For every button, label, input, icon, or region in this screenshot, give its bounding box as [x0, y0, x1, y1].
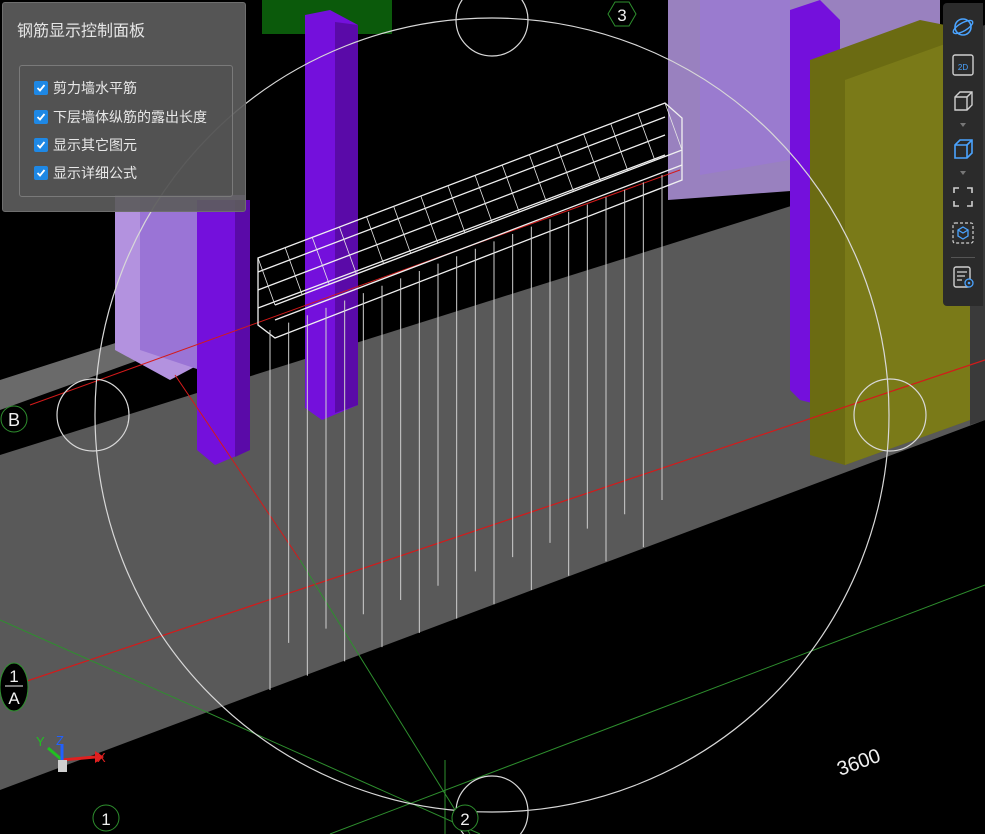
- select-box-icon: [952, 222, 974, 244]
- select-box-button[interactable]: [949, 219, 977, 247]
- grid-bubble-1: 1: [92, 804, 120, 832]
- orbit-button[interactable]: [949, 13, 977, 41]
- view-2d-button[interactable]: 2D: [949, 51, 977, 79]
- view-2d-icon: 2D: [952, 54, 974, 76]
- caret-icon: [960, 123, 966, 127]
- view-toolbar: 2D: [943, 3, 983, 306]
- grid-label-3: 3: [617, 6, 626, 25]
- grid-label-B: B: [8, 410, 20, 430]
- option-lower-wall-exposed-length[interactable]: 下层墙体纵筋的露出长度: [34, 107, 207, 127]
- checkbox-checked-icon[interactable]: [34, 81, 48, 95]
- option-label: 剪力墙水平筋: [53, 81, 137, 97]
- lavender-wall-right-shade: [700, 0, 790, 175]
- checkbox-checked-icon[interactable]: [34, 110, 48, 124]
- toolbar-divider: [951, 257, 975, 258]
- option-shear-wall-horizontal-rebar[interactable]: 剪力墙水平筋: [34, 78, 137, 98]
- fit-view-button[interactable]: [949, 183, 977, 211]
- axis-z-label: Z: [56, 733, 64, 748]
- option-show-detailed-formula[interactable]: 显示详细公式: [34, 163, 137, 183]
- purple-column-mid-side: [335, 22, 358, 413]
- grid-label-1A-top: 1: [9, 667, 18, 686]
- fit-view-icon: [953, 187, 973, 207]
- svg-text:2D: 2D: [958, 63, 968, 72]
- grid-label-1A-bottom: A: [8, 689, 20, 708]
- grid-label-1: 1: [101, 810, 110, 829]
- orbit-icon: [952, 18, 974, 36]
- checkbox-checked-icon[interactable]: [34, 138, 48, 152]
- checkbox-checked-icon[interactable]: [34, 166, 48, 180]
- option-label: 显示详细公式: [53, 166, 137, 182]
- option-label: 下层墙体纵筋的露出长度: [53, 110, 207, 126]
- axis-y-label: Y: [36, 734, 45, 749]
- grid-bubble-1A: 1 A: [0, 662, 29, 712]
- view-3d-icon: [954, 91, 973, 111]
- panel-title: 钢筋显示控制面板: [17, 21, 146, 40]
- option-show-other-elements[interactable]: 显示其它图元: [34, 135, 137, 155]
- grid-label-2: 2: [460, 810, 469, 829]
- view-3d-active-button[interactable]: [949, 135, 977, 163]
- lavender-wall-left-shade: [140, 195, 200, 370]
- view-3d-button[interactable]: [949, 87, 977, 115]
- grid-bubble-B: B: [0, 405, 28, 433]
- caret-icon: [960, 171, 966, 175]
- grid-bubble-2: 2: [451, 804, 479, 832]
- properties-icon: [953, 266, 974, 288]
- option-label: 显示其它图元: [53, 138, 137, 154]
- view-3d-active-icon: [954, 139, 973, 159]
- properties-button[interactable]: [949, 263, 977, 291]
- axis-x-label: X: [97, 750, 106, 765]
- options-group: 剪力墙水平筋 下层墙体纵筋的露出长度 显示其它图元 显示详细公式: [19, 65, 233, 197]
- rebar-display-panel: 钢筋显示控制面板 剪力墙水平筋 下层墙体纵筋的露出长度 显示其它图元 显示详细公…: [2, 2, 246, 212]
